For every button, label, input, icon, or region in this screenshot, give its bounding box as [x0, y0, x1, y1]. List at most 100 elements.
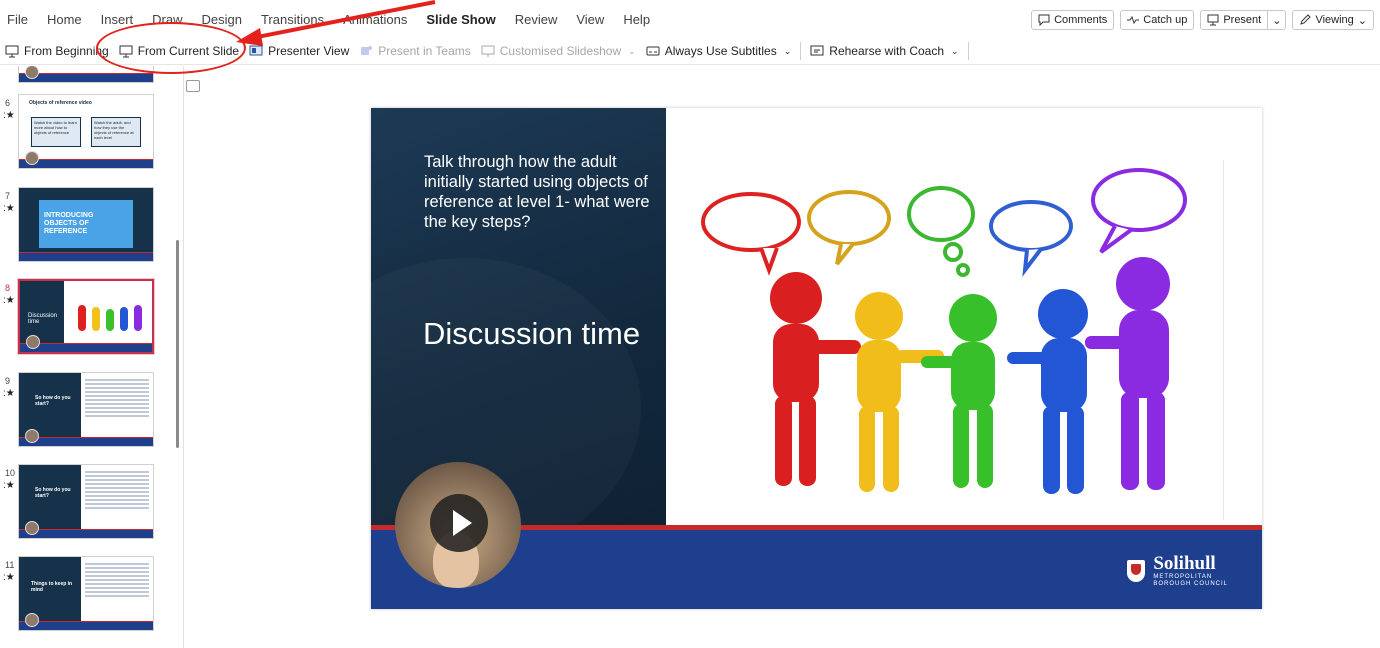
thumb-text-lines: [85, 379, 149, 419]
customised-slideshow-label: Customised Slideshow: [499, 44, 622, 58]
slide-number: 6: [5, 98, 11, 108]
rehearse-with-coach-label: Rehearse with Coach: [829, 44, 945, 58]
menu-right-actions: Comments Catch up Present ⌄ Viewing ⌄: [1031, 10, 1374, 30]
thumb-box-2: Watch the adult, and how they use the ob…: [91, 117, 141, 147]
annotation-arrow-icon: [236, 0, 436, 46]
slide-thumbnail-pane[interactable]: 6 :★ Objects of reference video Watch th…: [0, 66, 184, 648]
thumb-footer-bar: [19, 159, 153, 168]
always-use-subtitles-label: Always Use Subtitles: [664, 44, 777, 58]
present-dropdown[interactable]: ⌄: [1268, 10, 1287, 30]
present-icon: [1207, 14, 1219, 26]
collapse-pane-icon[interactable]: [186, 80, 200, 92]
thumb-title: Discussion time: [28, 313, 58, 325]
comment-icon: [1038, 14, 1050, 26]
figure-purple: [134, 305, 142, 331]
chevron-down-icon: ⌄: [1357, 14, 1367, 27]
animation-star-icon: :★: [3, 110, 15, 121]
slide-number: 11: [5, 560, 15, 570]
thumb-footer-bar: [19, 73, 153, 82]
solihull-logo: Solihull METROPOLITAN BOROUGH COUNCIL: [1127, 554, 1228, 588]
animation-star-icon: :★: [3, 295, 15, 306]
catch-up-button[interactable]: Catch up: [1120, 10, 1195, 30]
slide-thumbnail-image: So how do you start?: [18, 464, 154, 539]
viewing-mode-button[interactable]: Viewing ⌄: [1292, 10, 1374, 30]
present-icon: [5, 45, 19, 58]
comments-button[interactable]: Comments: [1031, 10, 1115, 30]
slide-number: 10: [5, 468, 16, 478]
menu-help[interactable]: Help: [623, 12, 650, 27]
ribbon-divider: [800, 42, 802, 60]
present-split-button: Present ⌄: [1200, 10, 1287, 30]
figure-green: [106, 309, 114, 331]
menu-review[interactable]: Review: [515, 12, 558, 27]
chevron-down-icon: ⌄: [628, 45, 636, 56]
figure-red: [78, 305, 86, 331]
thumb-title: So how do you start?: [35, 395, 71, 407]
thumb-footer-bar: [19, 621, 153, 630]
slide-thumbnail-image: Things to keep in mind: [18, 556, 154, 631]
present-button[interactable]: Present: [1200, 10, 1269, 30]
animation-star-icon: :★: [3, 388, 15, 399]
avatar: [25, 429, 39, 443]
logo-subtitle-1: METROPOLITAN: [1153, 574, 1213, 580]
thumb-footer-bar: [19, 437, 153, 446]
rehearse-with-coach-button[interactable]: Rehearse with Coach ⌄: [805, 40, 963, 62]
discussion-figures-image: [701, 160, 1224, 520]
logo-text: Solihull METROPOLITAN BOROUGH COUNCIL: [1153, 554, 1228, 588]
annotation-ellipse: [96, 22, 246, 74]
coach-icon: [810, 45, 824, 56]
ribbon-divider: [967, 42, 969, 60]
logo-subtitle-2: BOROUGH COUNCIL: [1153, 581, 1228, 587]
present-label: Present: [1223, 14, 1262, 26]
customised-slideshow-button[interactable]: Customised Slideshow ⌄: [476, 40, 641, 62]
shield-icon: [1127, 560, 1146, 582]
viewing-label: Viewing: [1315, 14, 1354, 26]
avatar: [25, 521, 39, 535]
slide-heading: Discussion time: [423, 316, 641, 351]
thumb-title: INTRODUCING OBJECTS OF REFERENCE: [44, 212, 94, 235]
pencil-icon: [1300, 14, 1312, 25]
chevron-down-icon: ⌄: [1272, 14, 1282, 27]
thumb-footer-bar: [19, 529, 153, 538]
thumb-title: So how do you start?: [35, 487, 71, 499]
slide-thumbnail-image: Objects of reference video Watch the vid…: [18, 94, 154, 169]
embedded-video[interactable]: [395, 462, 521, 588]
animation-star-icon: :★: [3, 203, 15, 214]
menu-view[interactable]: View: [576, 12, 604, 27]
slide-number: 8: [5, 283, 11, 293]
catch-up-label: Catch up: [1143, 14, 1188, 26]
slide-thumbnail-image: Discussion time: [18, 279, 154, 354]
subtitles-icon: [646, 46, 660, 56]
thumb-text-lines: [85, 563, 149, 599]
slide-number: 9: [5, 376, 11, 386]
slide-dark-panel: Talk through how the adult initially sta…: [371, 108, 666, 525]
custom-show-icon: [481, 45, 495, 57]
avatar: [25, 151, 39, 165]
thumb-footer-bar: [20, 343, 152, 352]
thumb-text-lines: [85, 471, 149, 511]
thumb-title: Things to keep in mind: [31, 581, 73, 593]
slide-thumbnail-image: INTRODUCING OBJECTS OF REFERENCE: [18, 187, 154, 262]
logo-name: Solihull: [1153, 553, 1216, 574]
slide-number: 7: [5, 191, 11, 201]
slide-thumbnail-image: So how do you start?: [18, 372, 154, 447]
menu-insert[interactable]: Insert: [101, 12, 134, 27]
thumb-box-1: Watch the video to learn more about how …: [31, 117, 81, 147]
avatar: [26, 335, 40, 349]
pulse-icon: [1127, 15, 1140, 25]
figure-blue: [120, 307, 128, 331]
figure-yellow: [92, 307, 100, 331]
animation-star-icon: :★: [3, 572, 15, 583]
menu-file[interactable]: File: [7, 12, 28, 27]
thumbnail-scrollbar[interactable]: [176, 240, 179, 448]
animation-star-icon: :★: [3, 480, 15, 491]
thumb-footer-bar: [19, 252, 153, 261]
avatar: [25, 613, 39, 627]
chevron-down-icon: ⌄: [783, 45, 792, 56]
chevron-down-icon: ⌄: [951, 45, 959, 56]
always-use-subtitles-button[interactable]: Always Use Subtitles ⌄: [641, 40, 797, 62]
slide-prompt-text: Talk through how the adult initially sta…: [424, 153, 650, 231]
menu-home[interactable]: Home: [47, 12, 82, 27]
thumb-title: Objects of reference video: [29, 100, 92, 106]
play-icon[interactable]: [430, 494, 488, 552]
